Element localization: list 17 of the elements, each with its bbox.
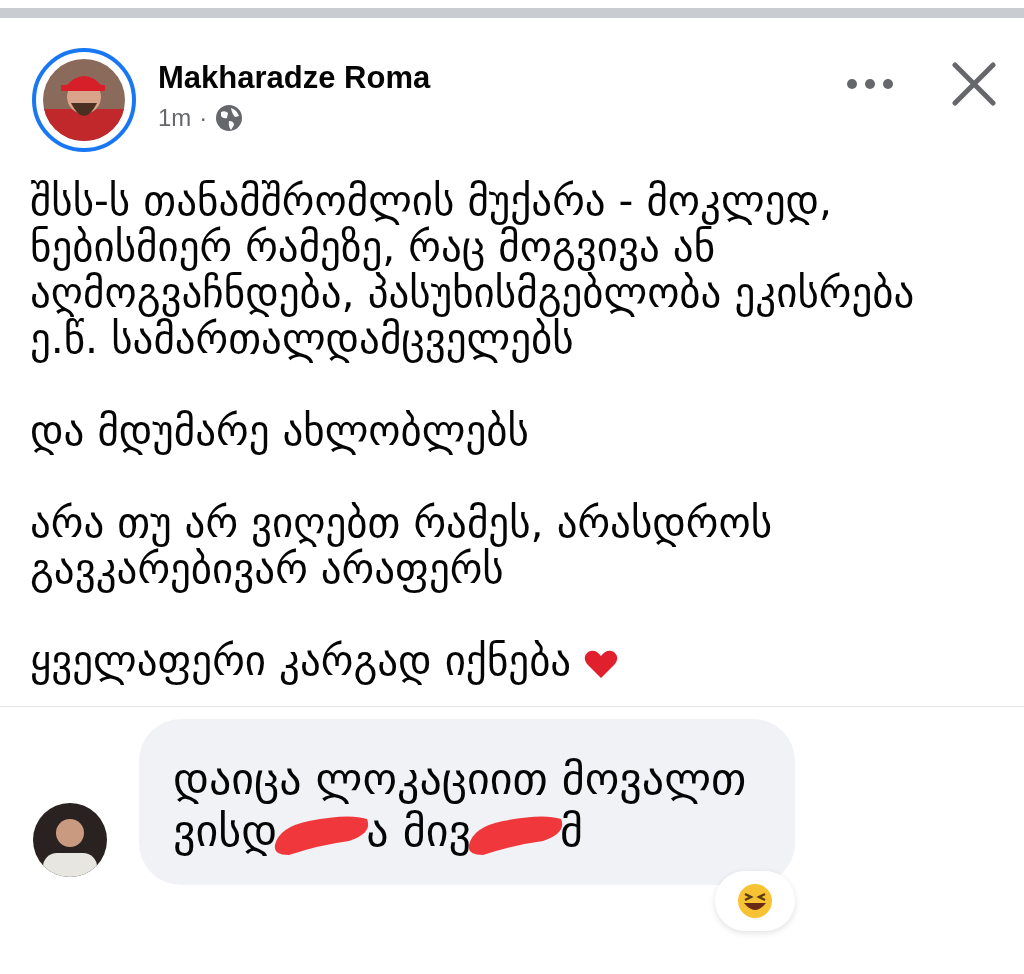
comment-text: მ bbox=[559, 805, 583, 857]
post-text: ყველაფერი კარგად იქნება bbox=[30, 638, 980, 684]
laughing-face-icon bbox=[737, 883, 773, 919]
globe-icon bbox=[215, 104, 244, 132]
avatar[interactable] bbox=[43, 59, 125, 141]
close-icon[interactable] bbox=[952, 62, 996, 106]
post-text: არა თუ არ ვიღებთ რამეს, არასდროს გავკარებივარ არაფერს bbox=[30, 500, 774, 592]
comment-text: ა მივ bbox=[366, 805, 471, 857]
more-options-icon[interactable] bbox=[846, 78, 894, 90]
comment-text: დაიცა ლოკაციით მოვალთ bbox=[173, 753, 747, 805]
post-text: შსს-ს თანამშრომლის მუქარა - მოკლედ, ნებისმიერ რამეზე, რაც მოგვივა ან აღმოგვაჩნდება, პასუხისმგებლობა ეკისრება ე.წ. სამართალდამცველებს bbox=[30, 178, 916, 362]
separator-dot: · bbox=[199, 104, 208, 132]
post-time[interactable]: 1m bbox=[158, 104, 192, 132]
reaction-badge[interactable] bbox=[715, 871, 795, 931]
author-name[interactable]: Makharadze Roma bbox=[158, 60, 824, 96]
comment-text: ვისდ bbox=[173, 805, 278, 857]
post-text: და მდუმარე ახლობლებს bbox=[30, 408, 530, 454]
